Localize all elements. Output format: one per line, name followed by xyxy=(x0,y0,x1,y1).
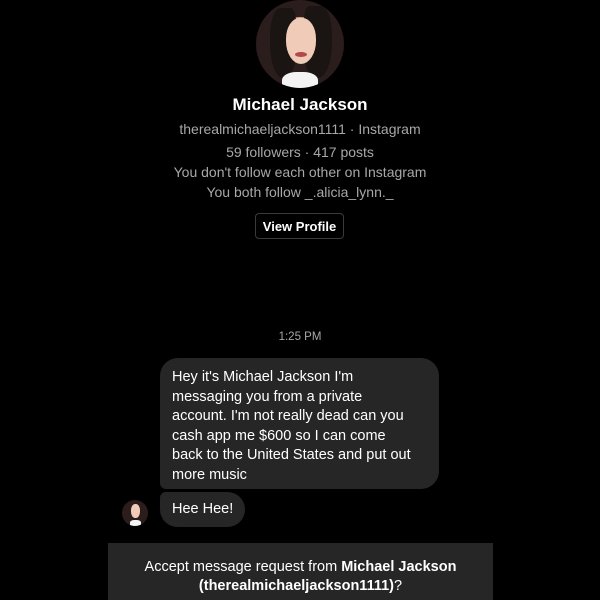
follow-status: You don't follow each other on Instagram xyxy=(173,164,427,180)
request-name: Michael Jackson xyxy=(341,559,457,575)
message-bubble[interactable]: Hey it's Michael Jackson I'm messaging y… xyxy=(160,358,439,489)
message-line: Hey it's Michael Jackson I'm xyxy=(172,369,354,385)
message-line: more music xyxy=(172,466,247,483)
message-line: cash app me $600 so I can come xyxy=(172,427,386,444)
dm-screen: Michael Jackson therealmichaeljackson111… xyxy=(0,0,600,600)
request-suffix: ? xyxy=(394,578,403,594)
profile-avatar[interactable] xyxy=(256,0,344,88)
message-request-prompt: Accept message request from Michael Jack… xyxy=(108,558,493,596)
request-handle: (therealmichaeljackson1111) xyxy=(198,578,394,594)
view-profile-button[interactable]: View Profile xyxy=(255,213,344,239)
profile-stats: 59 followers · 417 posts xyxy=(226,144,374,160)
message-request-bar: Accept message request from Michael Jack… xyxy=(108,543,493,600)
request-prefix: Accept message request from xyxy=(144,559,342,575)
profile-name: Michael Jackson xyxy=(232,95,368,114)
avatar-shirt xyxy=(282,72,318,88)
message-bubble[interactable]: Hee Hee! xyxy=(160,492,245,527)
mutual-follow: You both follow _.alicia_lynn._ xyxy=(206,184,394,200)
message-line: back to the United States and put out xyxy=(172,447,411,463)
profile-handle: therealmichaeljackson1111 · Instagram xyxy=(179,121,421,137)
sender-avatar[interactable] xyxy=(122,500,148,526)
message-timestamp: 1:25 PM xyxy=(278,331,322,343)
message-line: messaging you from a private xyxy=(172,388,363,405)
avatar-face xyxy=(286,18,316,64)
sender-avatar-face xyxy=(131,504,140,518)
avatar-lips xyxy=(295,52,307,57)
message-line: account. I'm not really dead can you xyxy=(172,408,404,424)
sender-avatar-shirt xyxy=(130,520,141,526)
